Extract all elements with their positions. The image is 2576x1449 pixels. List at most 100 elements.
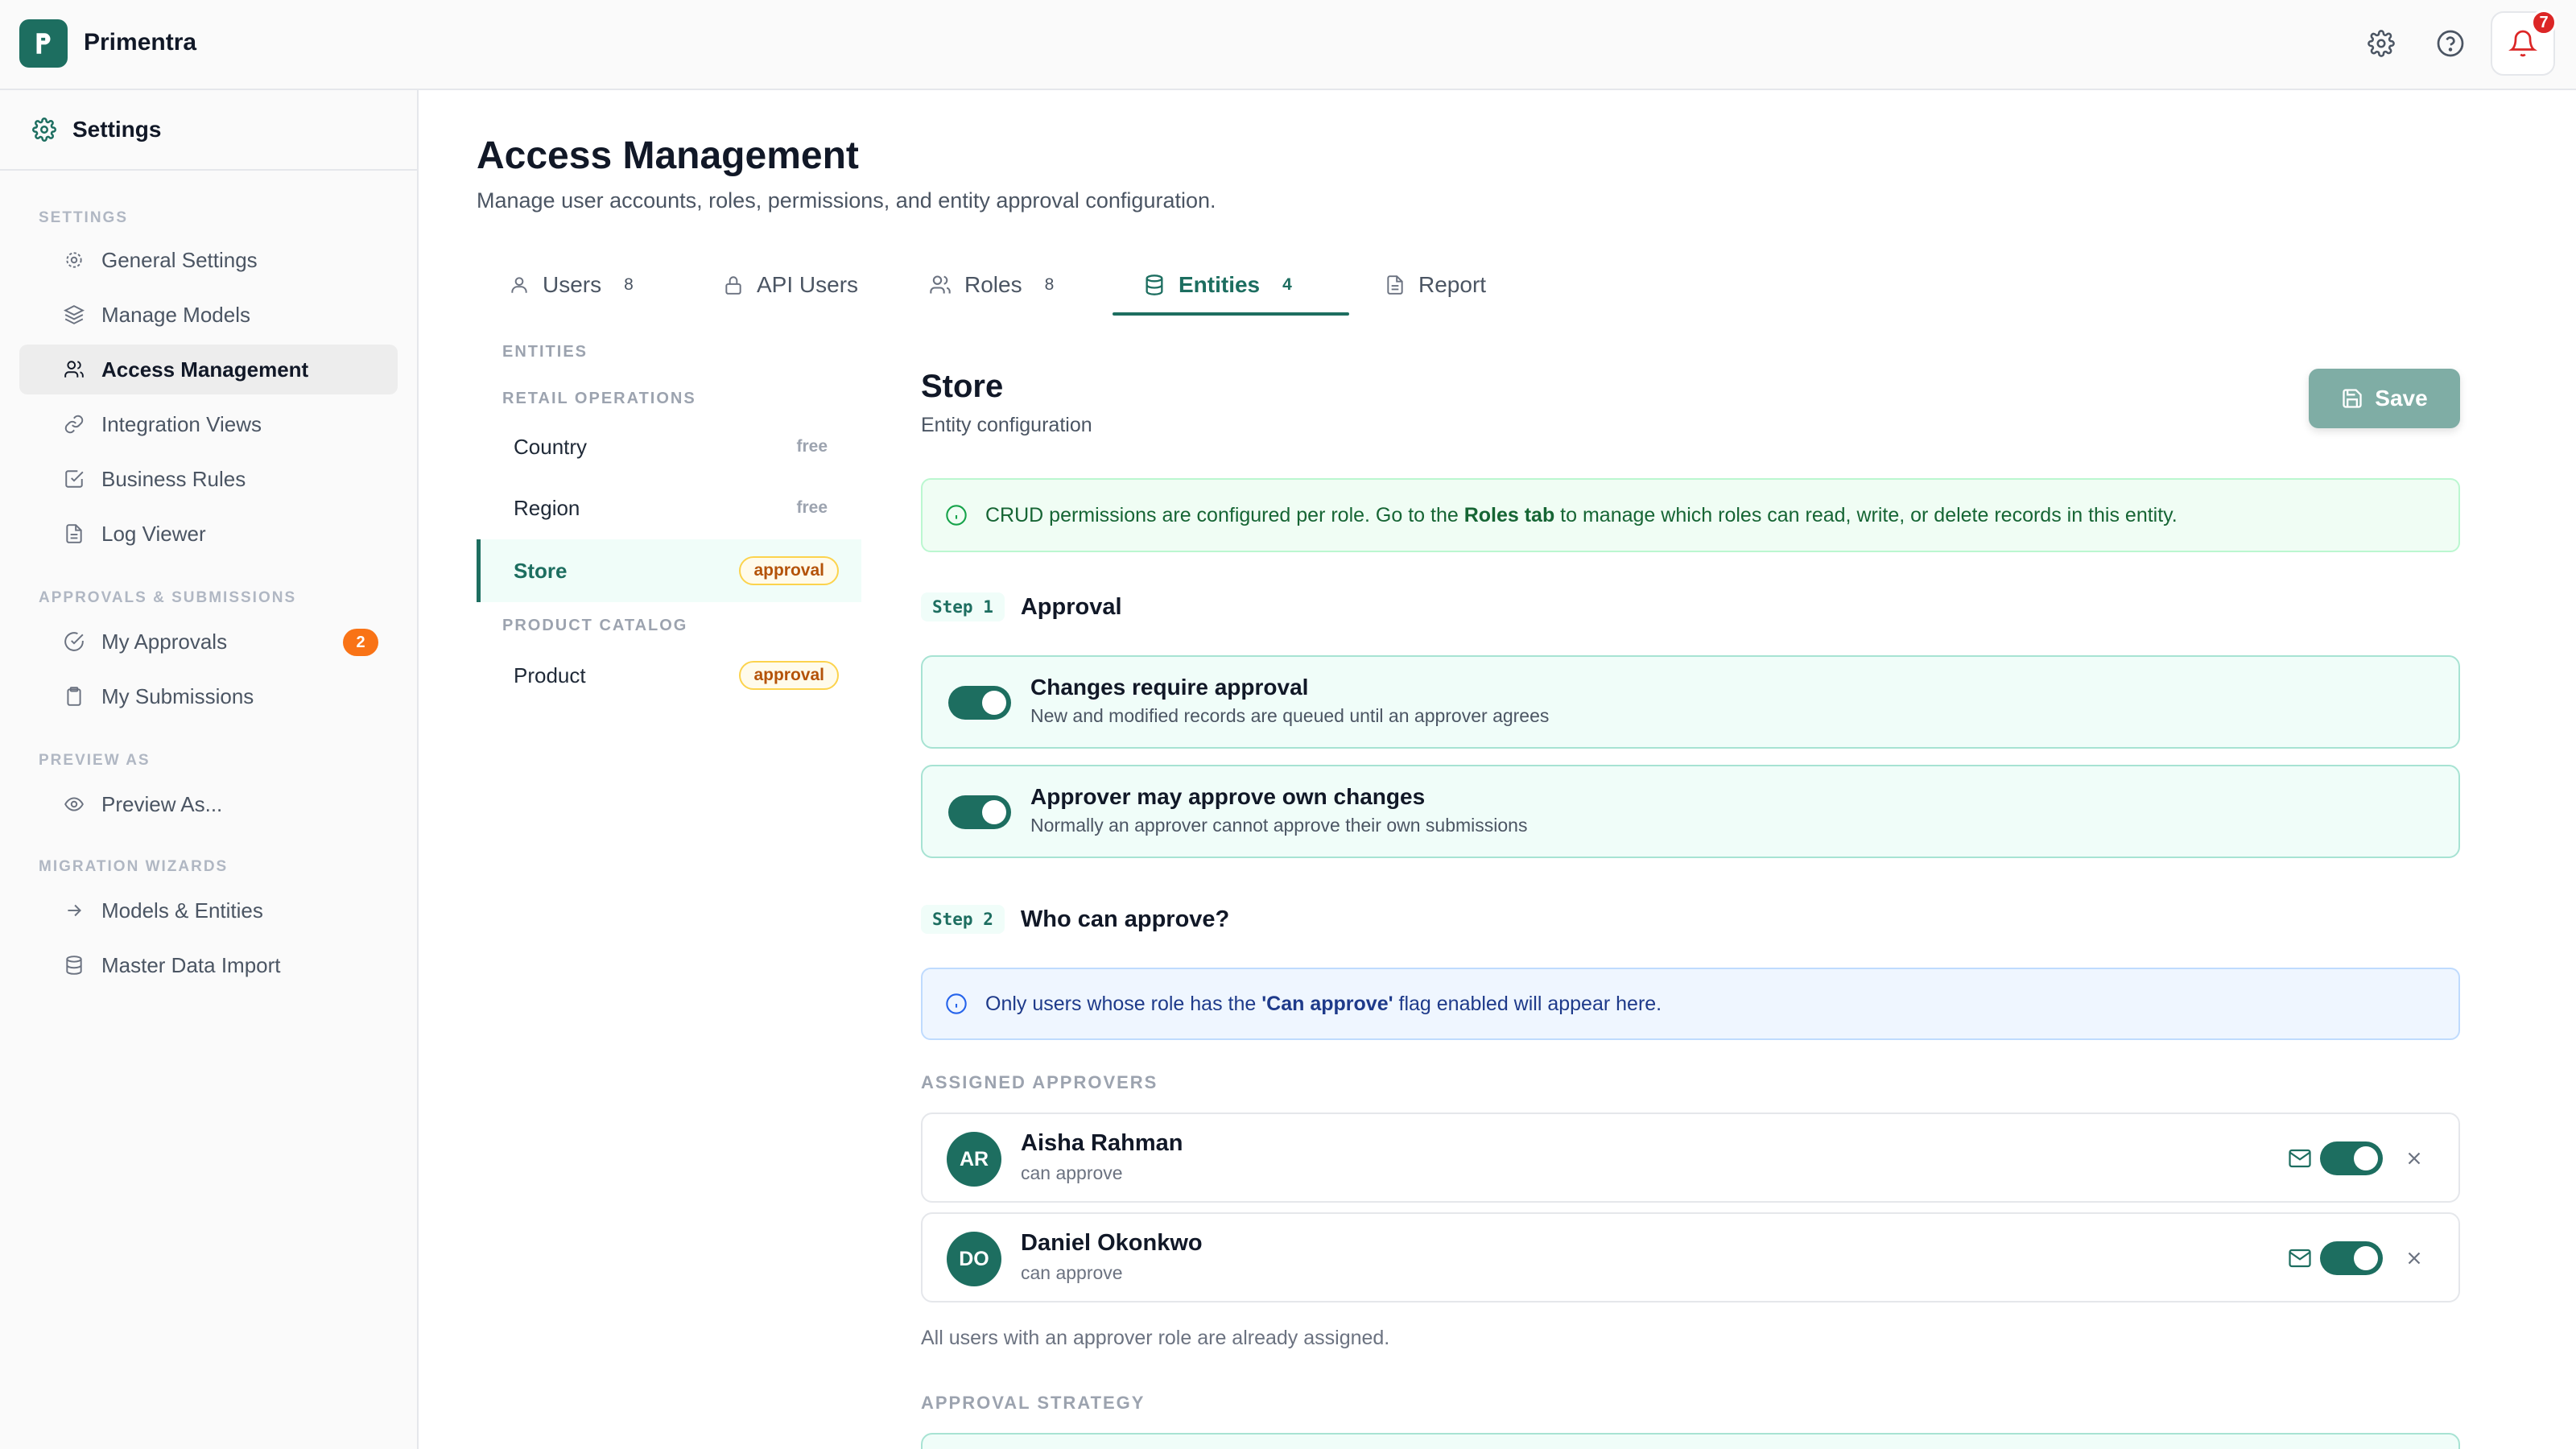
email-notify-toggle[interactable] bbox=[2320, 1241, 2383, 1275]
sidebar-item-label: Business Rules bbox=[101, 466, 246, 491]
sidebar-item-label: General Settings bbox=[101, 247, 258, 272]
sidebar-item-models-entities[interactable]: Models & Entities bbox=[19, 886, 398, 935]
approver-role: can approve bbox=[1021, 1162, 1123, 1183]
entities-heading: ENTITIES bbox=[502, 343, 588, 361]
roles-tab-link[interactable]: Roles tab bbox=[1464, 504, 1555, 526]
tab-label: Report bbox=[1418, 272, 1487, 297]
entity-tag: approval bbox=[739, 661, 839, 690]
avatar: AR bbox=[947, 1132, 1001, 1187]
eye-icon bbox=[63, 793, 85, 815]
toggle-description: Normally an approver cannot approve thei… bbox=[1030, 815, 1528, 836]
tab-count: 8 bbox=[624, 275, 634, 294]
help-button[interactable] bbox=[2433, 26, 2468, 61]
crud-info-text: CRUD permissions are configured per role… bbox=[985, 504, 2178, 527]
info-icon bbox=[946, 505, 967, 526]
tab-roles[interactable]: Roles 8 bbox=[929, 254, 1054, 316]
entity-name: Product bbox=[514, 663, 586, 687]
top-bar: Primentra 7 bbox=[0, 0, 2576, 90]
email-notify-toggle[interactable] bbox=[2320, 1141, 2383, 1175]
approver-role: can approve bbox=[1021, 1262, 1123, 1283]
app-logo[interactable] bbox=[19, 19, 68, 68]
step-label: Approval bbox=[1020, 593, 1122, 620]
save-button[interactable]: Save bbox=[2309, 369, 2460, 428]
approver-info-banner: Only users whose role has the 'Can appro… bbox=[921, 968, 2460, 1040]
section-settings: SETTINGS bbox=[39, 209, 129, 226]
lock-icon bbox=[725, 276, 741, 295]
toggle-title: Approver may approve own changes bbox=[1030, 784, 1426, 809]
toggle-title: Changes require approval bbox=[1030, 675, 1309, 700]
section-migration: MIGRATION WIZARDS bbox=[39, 858, 229, 875]
layers-icon bbox=[63, 303, 85, 326]
gear-icon bbox=[32, 118, 56, 142]
approval-strategy-label: APPROVAL STRATEGY bbox=[921, 1393, 1146, 1413]
tab-api-users[interactable]: API Users bbox=[723, 254, 858, 316]
approvals-count-badge: 2 bbox=[343, 629, 378, 656]
tab-users[interactable]: Users 8 bbox=[509, 254, 634, 316]
sidebar-item-preview-as[interactable]: Preview As... bbox=[19, 779, 398, 829]
document-icon bbox=[63, 522, 85, 545]
users-icon bbox=[930, 275, 951, 294]
entity-tag: free bbox=[796, 437, 828, 456]
step-1-header: Step 1 Approval bbox=[921, 592, 1122, 621]
tab-report[interactable]: Report bbox=[1385, 254, 1486, 316]
approver-name: Aisha Rahman bbox=[1021, 1130, 1183, 1156]
self-approve-toggle[interactable] bbox=[948, 795, 1011, 829]
entity-item-product[interactable]: Product approval bbox=[477, 644, 861, 707]
settings-button[interactable] bbox=[2363, 26, 2399, 61]
logo-p-icon bbox=[36, 33, 51, 54]
tab-count: 4 bbox=[1282, 275, 1292, 294]
notification-badge: 7 bbox=[2531, 10, 2557, 35]
close-icon[interactable] bbox=[2404, 1148, 2425, 1169]
entity-subtitle: Entity configuration bbox=[921, 414, 1092, 436]
save-label: Save bbox=[2375, 386, 2428, 411]
require-approval-card: Changes require approval New and modifie… bbox=[921, 655, 2460, 749]
mail-icon bbox=[2289, 1249, 2311, 1268]
tab-label: Entities bbox=[1179, 272, 1261, 297]
sidebar-item-manage-models[interactable]: Manage Models bbox=[19, 290, 398, 340]
avatar: DO bbox=[947, 1232, 1001, 1286]
require-approval-toggle[interactable] bbox=[948, 686, 1011, 720]
sidebar-item-label: Master Data Import bbox=[101, 952, 281, 977]
database-icon bbox=[1146, 275, 1163, 295]
crud-text-before: CRUD permissions are configured per role… bbox=[985, 503, 1464, 526]
sidebar-item-business-rules[interactable]: Business Rules bbox=[19, 454, 398, 504]
tab-label: Roles bbox=[964, 272, 1022, 297]
entity-item-country[interactable]: Country free bbox=[477, 415, 861, 478]
entity-item-store[interactable]: Store approval bbox=[477, 539, 861, 602]
user-icon bbox=[511, 277, 527, 293]
tab-count: 8 bbox=[1044, 275, 1055, 294]
approval-strategy-card[interactable] bbox=[921, 1433, 2460, 1449]
crud-text-after: to manage which roles can read, write, o… bbox=[1554, 503, 2178, 526]
sidebar-item-label: Models & Entities bbox=[101, 898, 263, 923]
tab-label: Users bbox=[543, 272, 602, 297]
sidebar-item-my-submissions[interactable]: My Submissions bbox=[19, 671, 398, 721]
arrow-right-icon bbox=[63, 899, 85, 922]
active-tab-indicator bbox=[1113, 312, 1349, 316]
gear-icon bbox=[63, 249, 85, 271]
sidebar-item-my-approvals[interactable]: My Approvals 2 bbox=[19, 617, 398, 667]
check-circle-icon bbox=[63, 630, 85, 653]
notifications-button[interactable]: 7 bbox=[2491, 10, 2557, 76]
entity-tag: approval bbox=[739, 556, 839, 585]
assigned-approvers-label: ASSIGNED APPROVERS bbox=[921, 1072, 1158, 1092]
can-approve-flag: 'Can approve' bbox=[1261, 992, 1393, 1015]
crud-info-banner: CRUD permissions are configured per role… bbox=[921, 478, 2460, 552]
tab-entities[interactable]: Entities 4 bbox=[1143, 254, 1292, 316]
sidebar-item-label: Integration Views bbox=[101, 411, 262, 436]
sidebar-item-access-management[interactable]: Access Management bbox=[19, 345, 398, 394]
sidebar-item-master-data-import[interactable]: Master Data Import bbox=[19, 940, 398, 990]
approver-row: DO Daniel Okonkwo can approve bbox=[921, 1212, 2460, 1302]
checkbox-icon bbox=[63, 468, 85, 490]
page-title: Access Management bbox=[477, 134, 859, 177]
sidebar-item-integration-views[interactable]: Integration Views bbox=[19, 399, 398, 449]
sidebar-item-label: Manage Models bbox=[101, 302, 250, 327]
sidebar-item-general-settings[interactable]: General Settings bbox=[19, 235, 398, 285]
close-icon[interactable] bbox=[2404, 1248, 2425, 1269]
entity-name: Region bbox=[514, 495, 580, 520]
entity-tag: free bbox=[796, 498, 828, 517]
document-icon bbox=[1387, 275, 1403, 295]
section-preview: PREVIEW AS bbox=[39, 752, 151, 769]
sidebar-item-log-viewer[interactable]: Log Viewer bbox=[19, 509, 398, 559]
database-icon bbox=[63, 954, 85, 976]
entity-item-region[interactable]: Region free bbox=[477, 477, 861, 539]
